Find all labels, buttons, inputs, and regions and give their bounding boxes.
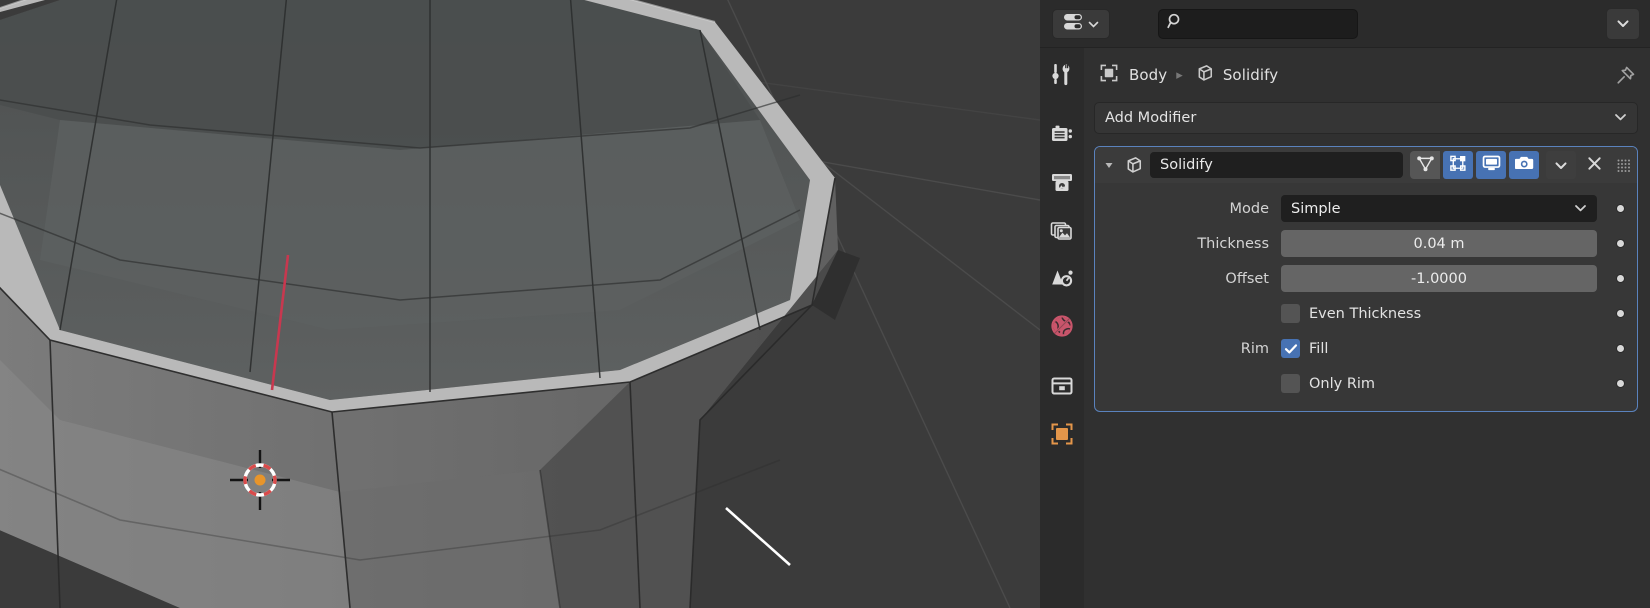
animate-dot-only-rim[interactable] — [1611, 380, 1629, 387]
offset-slider[interactable]: -1.0000 — [1281, 265, 1597, 292]
property-row-even-thickness: Even Thickness — [1095, 296, 1637, 331]
modifier-close-button[interactable] — [1579, 151, 1609, 179]
sidebar-item-render[interactable] — [1040, 114, 1084, 158]
modifier-toggle-render[interactable] — [1509, 151, 1539, 179]
add-modifier-label: Add Modifier — [1105, 110, 1197, 126]
thickness-value: 0.04 m — [1413, 235, 1465, 252]
scene-icon — [1050, 267, 1074, 293]
mode-value: Simple — [1291, 200, 1341, 217]
rim-fill-control[interactable]: Fill — [1281, 339, 1597, 358]
breadcrumb: Body ▸ Solidify — [1094, 58, 1638, 92]
viewport-canvas — [0, 0, 1040, 608]
checkmark-icon — [1284, 343, 1297, 353]
tool-icon — [1050, 62, 1074, 90]
drag-grip-icon — [1617, 159, 1630, 172]
animate-dot-mode[interactable] — [1611, 205, 1629, 212]
only-rim-control[interactable]: Only Rim — [1281, 374, 1597, 393]
property-row-mode: Mode Simple — [1095, 191, 1637, 226]
properties-panel-content: Body ▸ Solidify Add Modifier Solidify Mo… — [1084, 48, 1650, 608]
viewport-3d[interactable] — [0, 0, 1040, 608]
sidebar-item-scene[interactable] — [1040, 258, 1084, 302]
animate-dot-rim-fill[interactable] — [1611, 345, 1629, 352]
modifier-header: Solidify — [1095, 147, 1637, 183]
modifier-cube-icon — [1192, 62, 1214, 88]
editor-type-selector[interactable] — [1052, 8, 1110, 39]
sidebar-item-output[interactable] — [1040, 162, 1084, 206]
property-row-only-rim: Only Rim — [1095, 366, 1637, 401]
modifier-extras-dropdown[interactable] — [1546, 151, 1576, 179]
box-icon — [1050, 375, 1074, 401]
properties-body: Body ▸ Solidify Add Modifier Solidify Mo… — [1040, 48, 1650, 608]
vertex-triangle-icon — [1416, 154, 1435, 177]
property-label-rim: Rim — [1240, 340, 1269, 357]
only-rim-label[interactable]: Only Rim — [1309, 376, 1375, 392]
chevron-down-icon — [1088, 14, 1099, 33]
chevron-down-icon — [1574, 201, 1587, 217]
sidebar-item-tool[interactable] — [1040, 54, 1084, 98]
breadcrumb-modifier-label: Solidify — [1222, 66, 1279, 84]
search-icon — [1167, 13, 1184, 34]
mode-dropdown[interactable]: Simple — [1281, 195, 1597, 222]
modifier-cube-icon — [1120, 154, 1144, 176]
modifier-toggle-realtime[interactable] — [1476, 151, 1506, 179]
thickness-slider[interactable]: 0.04 m — [1281, 230, 1597, 257]
modifier-properties: Mode Simple Thickness 0.04 m Offset -1.0… — [1095, 183, 1637, 411]
editmode-icon — [1449, 154, 1468, 177]
modifier-drag-handle[interactable] — [1612, 151, 1634, 179]
breadcrumb-object-label: Body — [1129, 66, 1168, 84]
property-label-mode: Mode — [1229, 200, 1269, 217]
images-icon — [1050, 219, 1074, 245]
modifier-name-field[interactable]: Solidify — [1150, 152, 1403, 178]
modifier-toggle-edit-mode[interactable] — [1443, 151, 1473, 179]
animate-dot-thickness[interactable] — [1611, 240, 1629, 247]
chevron-down-icon — [1616, 14, 1630, 33]
sidebar-item-world[interactable] — [1040, 306, 1084, 350]
pin-icon[interactable] — [1612, 62, 1638, 88]
modifier-toggle-on-cage[interactable] — [1410, 151, 1440, 179]
properties-editor-icon — [1063, 12, 1085, 36]
close-x-icon — [1587, 156, 1602, 175]
even-thickness-control[interactable]: Even Thickness — [1281, 304, 1597, 323]
rim-fill-checkbox[interactable] — [1281, 339, 1300, 358]
property-row-rim-fill: Rim Fill — [1095, 331, 1637, 366]
rim-fill-label[interactable]: Fill — [1309, 341, 1328, 357]
even-thickness-label[interactable]: Even Thickness — [1309, 306, 1421, 322]
breadcrumb-object[interactable]: Body — [1098, 62, 1167, 88]
even-thickness-checkbox[interactable] — [1281, 304, 1300, 323]
camera-icon — [1514, 154, 1534, 176]
search-field[interactable] — [1158, 8, 1358, 39]
chevron-down-icon — [1614, 110, 1627, 126]
animate-dot-offset[interactable] — [1611, 275, 1629, 282]
properties-header-bar — [1040, 0, 1650, 48]
animate-dot-even-thickness[interactable] — [1611, 310, 1629, 317]
property-label-thickness: Thickness — [1197, 235, 1269, 252]
sidebar-item-object[interactable] — [1040, 414, 1084, 458]
monitor-icon — [1482, 154, 1501, 176]
sidebar-item-collection[interactable] — [1040, 366, 1084, 410]
breadcrumb-modifier[interactable]: Solidify — [1192, 62, 1278, 88]
properties-editor: Body ▸ Solidify Add Modifier Solidify Mo… — [1040, 0, 1650, 608]
property-label-offset: Offset — [1225, 270, 1269, 287]
offset-value: -1.0000 — [1411, 270, 1467, 287]
only-rim-checkbox[interactable] — [1281, 374, 1300, 393]
chevron-down-icon — [1554, 156, 1568, 175]
add-modifier-button[interactable]: Add Modifier — [1094, 102, 1638, 134]
triangle-down-icon[interactable] — [1101, 157, 1117, 173]
properties-tab-rail — [1040, 48, 1084, 608]
printer-icon — [1050, 171, 1074, 197]
modifier-panel-solidify: Solidify Mode Simple Thickness 0.04 m Of… — [1094, 146, 1638, 412]
object-icon — [1049, 421, 1075, 451]
sidebar-item-view-layer[interactable] — [1040, 210, 1084, 254]
blender-window: Body ▸ Solidify Add Modifier Solidify Mo… — [0, 0, 1650, 608]
world-globe-icon — [1050, 314, 1074, 342]
breadcrumb-separator: ▸ — [1176, 67, 1183, 83]
camera-back-icon — [1050, 123, 1074, 149]
property-row-thickness: Thickness 0.04 m — [1095, 226, 1637, 261]
modifier-name-text: Solidify — [1160, 157, 1213, 173]
header-options-dropdown[interactable] — [1606, 7, 1640, 40]
object-icon — [1098, 62, 1120, 88]
property-row-offset: Offset -1.0000 — [1095, 261, 1637, 296]
search-input[interactable] — [1190, 16, 1349, 31]
